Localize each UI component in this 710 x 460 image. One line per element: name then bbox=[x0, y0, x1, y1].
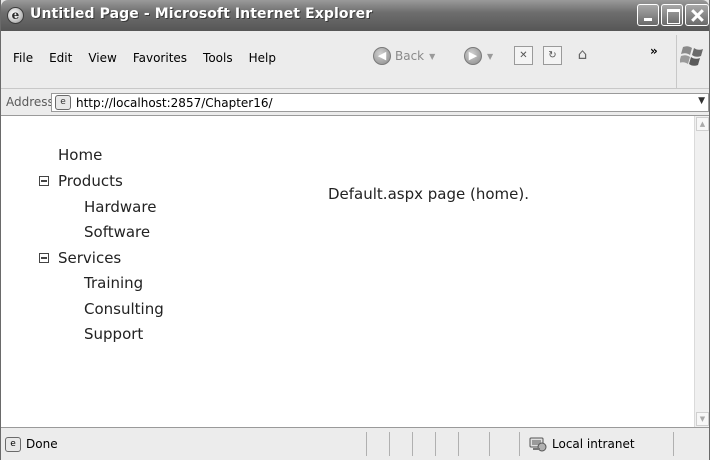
refresh-icon: ↻ bbox=[548, 50, 557, 61]
tree-node-consulting[interactable]: Consulting bbox=[84, 300, 164, 318]
refresh-button[interactable]: ↻ bbox=[543, 46, 562, 65]
vertical-scrollbar[interactable]: ▲ ▼ bbox=[694, 116, 709, 427]
tree-node-software[interactable]: Software bbox=[84, 223, 150, 241]
home-button[interactable]: ⌂ bbox=[573, 46, 592, 65]
browser-window: e Untitled Page - Microsoft Internet Exp… bbox=[0, 0, 710, 460]
collapse-icon[interactable] bbox=[39, 176, 49, 186]
status-pane-divider bbox=[458, 432, 459, 456]
title-bar[interactable]: e Untitled Page - Microsoft Internet Exp… bbox=[1, 0, 709, 31]
tree-node-products-row: Products bbox=[39, 172, 123, 190]
address-label: Address bbox=[6, 95, 54, 109]
page-icon: e bbox=[55, 95, 71, 110]
back-label: Back bbox=[395, 49, 425, 63]
forward-arrow-icon: ▶ bbox=[464, 47, 482, 65]
stop-button[interactable]: ✕ bbox=[514, 46, 533, 65]
back-button[interactable]: ◀ Back ▼ bbox=[373, 45, 435, 67]
back-arrow-icon: ◀ bbox=[373, 47, 391, 65]
collapse-icon[interactable] bbox=[39, 253, 49, 263]
menu-bar: File Edit View Favorites Tools Help ◀ Ba… bbox=[1, 31, 709, 89]
status-bar: e Done Local intranet bbox=[1, 427, 709, 460]
intranet-zone-icon bbox=[529, 437, 547, 452]
menu-tools[interactable]: Tools bbox=[195, 51, 241, 65]
status-pane-divider bbox=[435, 432, 436, 456]
menu-edit[interactable]: Edit bbox=[41, 51, 80, 65]
tree-node-training[interactable]: Training bbox=[84, 274, 143, 292]
status-pane-divider bbox=[366, 432, 367, 456]
page-content: Home Products Hardware Software Services… bbox=[1, 116, 694, 427]
main-content-text: Default.aspx page (home). bbox=[328, 185, 529, 203]
back-dropdown-icon[interactable]: ▼ bbox=[429, 52, 435, 61]
menu-help[interactable]: Help bbox=[241, 51, 284, 65]
forward-dropdown-icon[interactable]: ▼ bbox=[487, 52, 493, 61]
scroll-up-icon[interactable]: ▲ bbox=[696, 117, 709, 131]
scroll-down-icon[interactable]: ▼ bbox=[696, 412, 709, 426]
tree-node-products[interactable]: Products bbox=[58, 172, 123, 190]
status-text: Done bbox=[26, 437, 58, 451]
maximize-button[interactable] bbox=[661, 4, 683, 26]
address-field[interactable]: e http://localhost:2857/Chapter16/ ▼ bbox=[51, 93, 709, 112]
toolbar-separator bbox=[676, 35, 677, 89]
address-url[interactable]: http://localhost:2857/Chapter16/ bbox=[76, 96, 273, 110]
status-pane-divider bbox=[389, 432, 390, 456]
security-zone-text: Local intranet bbox=[552, 437, 635, 451]
stop-icon: ✕ bbox=[519, 50, 528, 61]
close-button[interactable] bbox=[685, 4, 709, 26]
menu-items: File Edit View Favorites Tools Help bbox=[5, 51, 284, 65]
tree-node-hardware[interactable]: Hardware bbox=[84, 198, 156, 216]
status-pane-divider bbox=[412, 432, 413, 456]
windows-logo-icon bbox=[680, 46, 703, 66]
toolbar-overflow-chevron[interactable]: » bbox=[650, 44, 658, 58]
menu-file[interactable]: File bbox=[5, 51, 41, 65]
tree-node-home[interactable]: Home bbox=[58, 146, 102, 164]
home-icon: ⌂ bbox=[577, 45, 588, 63]
status-pane-divider bbox=[489, 432, 490, 456]
page-status-icon: e bbox=[5, 437, 21, 452]
minimize-button[interactable] bbox=[637, 4, 659, 26]
tree-node-services-row: Services bbox=[39, 249, 121, 267]
status-pane-divider bbox=[519, 432, 520, 456]
forward-button[interactable]: ▶ ▼ bbox=[464, 45, 493, 67]
menu-view[interactable]: View bbox=[80, 51, 124, 65]
address-dropdown-icon[interactable]: ▼ bbox=[698, 96, 705, 106]
menu-favorites[interactable]: Favorites bbox=[125, 51, 195, 65]
tree-node-support[interactable]: Support bbox=[84, 325, 143, 343]
tree-node-services[interactable]: Services bbox=[58, 249, 121, 267]
window-title: Untitled Page - Microsoft Internet Explo… bbox=[30, 6, 373, 22]
status-pane-divider bbox=[673, 432, 674, 456]
ie-icon: e bbox=[7, 7, 24, 24]
address-bar: Address e http://localhost:2857/Chapter1… bbox=[1, 89, 709, 116]
